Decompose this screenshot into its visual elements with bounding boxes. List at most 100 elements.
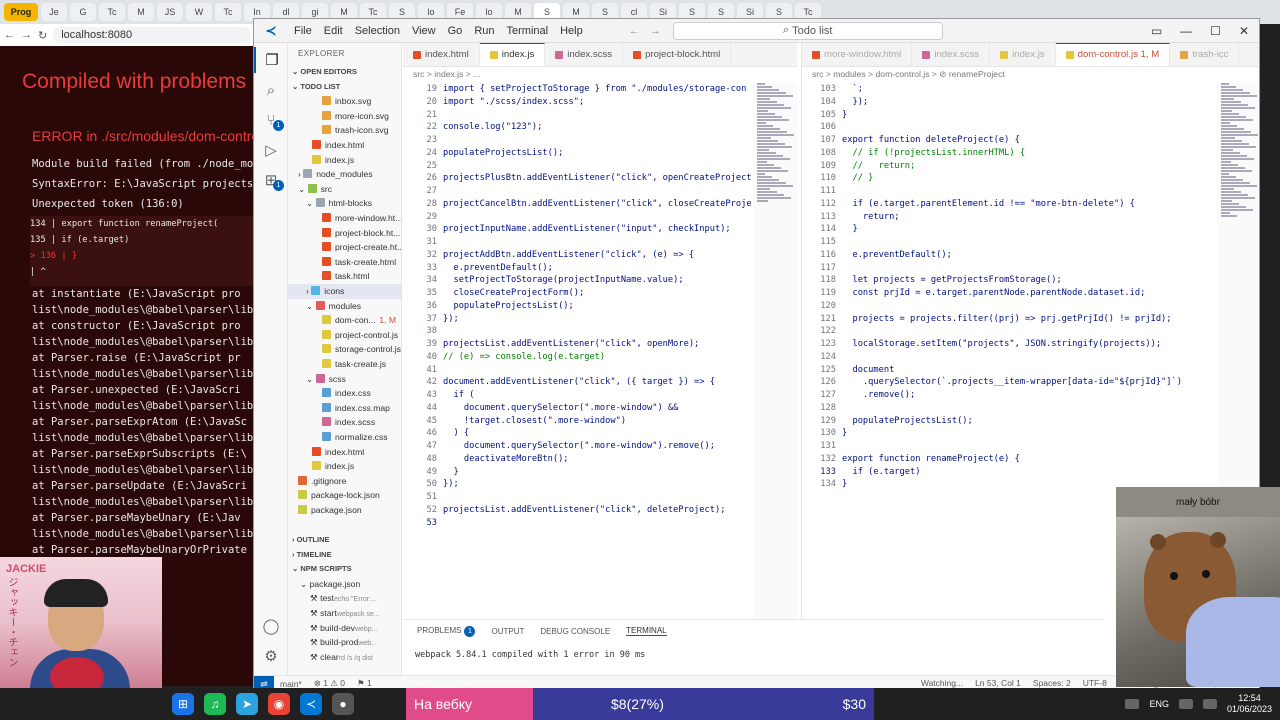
panel-tab-terminal[interactable]: TERMINAL: [626, 626, 667, 636]
npm-script-item[interactable]: ⚒ build-devwebp...: [288, 621, 401, 636]
file-tree-item[interactable]: index.js: [288, 153, 401, 168]
file-tree-item[interactable]: more-window.ht...: [288, 211, 401, 226]
clock[interactable]: 12:54 01/06/2023: [1227, 693, 1272, 715]
close-button[interactable]: ✕: [1239, 24, 1249, 38]
sidebar-section-npm-scripts[interactable]: ⌄ NPM SCRIPTS: [288, 562, 401, 577]
file-tree-item[interactable]: index.js: [288, 459, 401, 474]
browser-tab[interactable]: Tc: [215, 3, 241, 21]
chrome-icon[interactable]: ◉: [268, 693, 290, 715]
wifi-icon[interactable]: [1178, 699, 1193, 709]
nav-back-icon[interactable]: ←: [629, 25, 640, 37]
npm-script-item[interactable]: ⚒ startwebpack se...: [288, 606, 401, 621]
file-tree-item[interactable]: dom-con... 1, M: [288, 313, 401, 328]
file-tree-item[interactable]: task.html: [288, 269, 401, 284]
file-tree-item[interactable]: › icons: [288, 284, 401, 299]
panel-tab-problems[interactable]: PROBLEMS 1: [417, 625, 476, 637]
nav-forward-icon[interactable]: →: [650, 25, 661, 37]
file-tree-item[interactable]: ⌄ src: [288, 182, 401, 197]
extensions-icon[interactable]: ⊞ 1: [254, 167, 288, 193]
minimize-button[interactable]: —: [1180, 24, 1192, 38]
run-debug-icon[interactable]: ▷: [254, 137, 288, 163]
file-tree-item[interactable]: task-create.html: [288, 255, 401, 270]
terminal-output[interactable]: webpack 5.84.1 compiled with 1 error in …: [403, 642, 1103, 668]
browser-tab[interactable]: Tc: [99, 3, 125, 21]
menu-view[interactable]: View: [406, 25, 442, 37]
panel-tab-debug-console[interactable]: DEBUG CONSOLE: [540, 627, 610, 636]
npm-script-item[interactable]: ⌄ package.json: [288, 577, 401, 592]
menu-terminal[interactable]: Terminal: [501, 25, 555, 37]
layout-icon[interactable]: ▭: [1151, 24, 1162, 38]
browser-tab[interactable]: G: [70, 3, 96, 21]
file-tree-item[interactable]: inbox.svg: [288, 94, 401, 109]
file-tree-item[interactable]: normalize.css: [288, 430, 401, 445]
menu-selection[interactable]: Selection: [349, 25, 406, 37]
network-icon[interactable]: [1125, 699, 1140, 709]
menu-edit[interactable]: Edit: [318, 25, 349, 37]
back-icon[interactable]: ←: [4, 29, 15, 41]
file-tree-item[interactable]: index.scss: [288, 415, 401, 430]
command-center-search[interactable]: ⌕ Todo list: [672, 21, 943, 40]
npm-script-item[interactable]: ⚒ clearrd /s /q dist: [288, 650, 401, 665]
language-indicator[interactable]: ENG: [1149, 699, 1169, 709]
settings-gear-icon[interactable]: ⚙: [254, 643, 288, 669]
file-tree-item[interactable]: › node_modules: [288, 167, 401, 182]
explorer-icon[interactable]: ❐: [254, 47, 288, 73]
editor-tab[interactable]: index.scss: [912, 43, 991, 66]
forward-icon[interactable]: →: [21, 29, 32, 41]
search-icon[interactable]: ⌕: [254, 77, 288, 103]
file-tree-item[interactable]: project-create.ht...: [288, 240, 401, 255]
file-tree-item[interactable]: package-lock.json: [288, 488, 401, 503]
file-tree-item[interactable]: index.html: [288, 138, 401, 153]
obs-icon[interactable]: ●: [332, 693, 354, 715]
file-tree-item[interactable]: index.css: [288, 386, 401, 401]
editor-tab[interactable]: project-block.html: [623, 43, 732, 66]
maximize-button[interactable]: ☐: [1210, 24, 1221, 38]
editor-tab[interactable]: dom-control.js 1, M: [1055, 43, 1171, 66]
browser-tab[interactable]: Je: [41, 3, 67, 21]
menu-go[interactable]: Go: [442, 25, 469, 37]
editor-tab[interactable]: index.html: [403, 43, 480, 66]
file-tree-item[interactable]: project-control.js: [288, 328, 401, 343]
npm-script-item[interactable]: ⚒ build-prodweb...: [288, 635, 401, 650]
start-icon[interactable]: ⊞: [172, 693, 194, 715]
menu-help[interactable]: Help: [554, 25, 589, 37]
sidebar-section-timeline[interactable]: › TIMELINE: [288, 548, 401, 563]
file-tree-item[interactable]: ⌄ scss: [288, 372, 401, 387]
git-branch[interactable]: main*: [274, 679, 308, 689]
editor-tab[interactable]: more-window.html: [802, 43, 913, 66]
file-tree-item[interactable]: index.html: [288, 445, 401, 460]
file-tree-item[interactable]: project-block.ht...: [288, 226, 401, 241]
volume-icon[interactable]: [1202, 699, 1217, 709]
sidebar-section-todo-list[interactable]: ⌄ TODO LIST: [288, 80, 401, 95]
editor-tab[interactable]: index.scss: [545, 43, 624, 66]
editor-tab[interactable]: trash-icc: [1170, 43, 1240, 66]
telegram-icon[interactable]: ➤: [236, 693, 258, 715]
source-control-icon[interactable]: ⑂ 1: [254, 107, 288, 133]
file-tree-item[interactable]: trash-icon.svg: [288, 123, 401, 138]
file-tree-item[interactable]: index.css.map: [288, 401, 401, 416]
editor-tab[interactable]: index.js: [990, 43, 1056, 66]
file-tree-item[interactable]: .gitignore: [288, 474, 401, 489]
editor-tab[interactable]: index.js: [479, 43, 546, 66]
spotify-icon[interactable]: ♫: [204, 693, 226, 715]
reload-icon[interactable]: ↻: [38, 29, 47, 42]
account-icon[interactable]: ◯: [254, 613, 288, 639]
file-tree-item[interactable]: storage-control.js: [288, 342, 401, 357]
menu-file[interactable]: File: [288, 25, 318, 37]
browser-tab[interactable]: Prog: [4, 3, 38, 21]
vscode-taskbar-icon[interactable]: ≺: [300, 693, 322, 715]
sidebar-section-outline[interactable]: › OUTLINE: [288, 533, 401, 548]
npm-script-item[interactable]: ⚒ testecho "Error:...: [288, 591, 401, 606]
file-tree-item[interactable]: task-create.js: [288, 357, 401, 372]
browser-tab[interactable]: W: [186, 3, 212, 21]
minimap[interactable]: [753, 83, 797, 643]
file-tree-item[interactable]: ⌄ modules: [288, 299, 401, 314]
browser-tab[interactable]: JS: [157, 3, 183, 21]
panel-tab-output[interactable]: OUTPUT: [491, 627, 524, 636]
browser-tab[interactable]: M: [128, 3, 154, 21]
file-tree-item[interactable]: more-icon.svg: [288, 109, 401, 124]
url-input[interactable]: localhost:8080: [53, 27, 251, 43]
file-tree-item[interactable]: package.json: [288, 503, 401, 518]
menu-run[interactable]: Run: [468, 25, 500, 37]
sidebar-section-open-editors[interactable]: ⌄ OPEN EDITORS: [288, 65, 401, 80]
